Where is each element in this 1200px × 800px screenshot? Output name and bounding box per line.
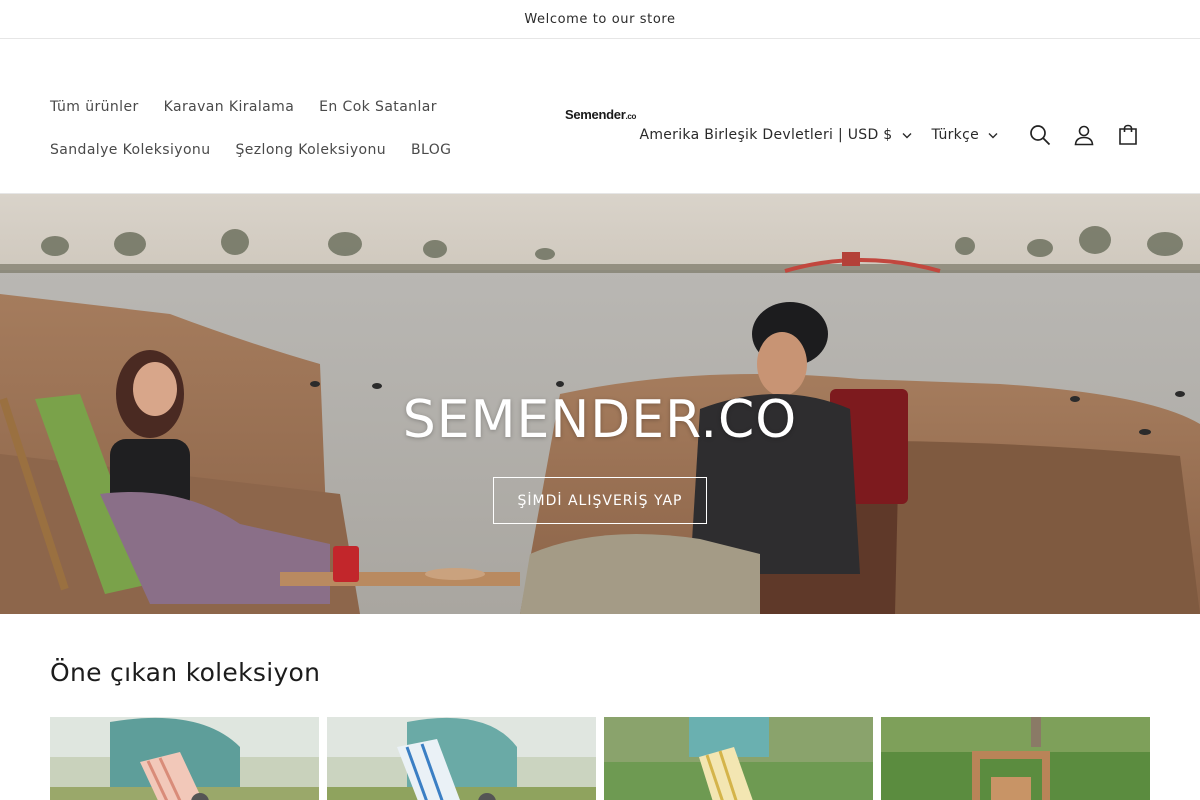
nav-link-caravan-rental[interactable]: Karavan Kiralama: [164, 99, 295, 115]
country-selector[interactable]: Amerika Birleşik Devletleri | USD $: [639, 127, 912, 143]
site-header: Tüm ürünler Karavan Kiralama En Cok Sata…: [0, 39, 1200, 194]
language-selector-label: Türkçe: [931, 127, 979, 143]
product-card[interactable]: [50, 717, 319, 800]
site-logo[interactable]: Semender.co: [565, 107, 636, 122]
nav-link-chair-collection[interactable]: Sandalye Koleksiyonu: [50, 142, 210, 158]
main-nav: Tüm ürünler Karavan Kiralama En Cok Sata…: [50, 85, 451, 171]
nav-link-deckchair-collection[interactable]: Şezlong Koleksiyonu: [235, 142, 386, 158]
account-icon: [1074, 125, 1094, 146]
language-selector[interactable]: Türkçe: [932, 127, 998, 143]
product-grid: [50, 717, 1150, 800]
nav-link-all-products[interactable]: Tüm ürünler: [50, 99, 139, 115]
product-image: [327, 717, 596, 800]
search-button[interactable]: [1018, 113, 1062, 157]
nav-link-best-sellers[interactable]: En Cok Satanlar: [319, 99, 437, 115]
cart-icon: [1119, 124, 1137, 145]
chevron-down-icon: [902, 132, 912, 138]
logo-name: Semender: [565, 107, 626, 122]
product-card[interactable]: [327, 717, 596, 800]
hero-banner: SEMENDER.CO ŞİMDİ ALIŞVERİŞ YAP: [0, 194, 1200, 614]
logo-suffix: .co: [625, 112, 637, 121]
country-selector-label: Amerika Birleşik Devletleri | USD $: [639, 127, 893, 143]
product-image: [881, 717, 1150, 800]
announcement-text: Welcome to our store: [524, 11, 676, 27]
nav-link-blog[interactable]: BLOG: [411, 142, 451, 158]
announcement-bar: Welcome to our store: [0, 0, 1200, 39]
chevron-down-icon: [988, 132, 998, 138]
product-card[interactable]: [881, 717, 1150, 800]
hero-title: SEMENDER.CO: [402, 390, 798, 450]
cart-button[interactable]: [1106, 113, 1150, 157]
featured-collection: Öne çıkan koleksiyon: [0, 658, 1200, 800]
nav-row-2: Sandalye Koleksiyonu Şezlong Koleksiyonu…: [50, 128, 451, 171]
product-image: [604, 717, 873, 800]
header-actions: Amerika Birleşik Devletleri | USD $ Türk…: [639, 115, 1150, 155]
product-image: [50, 717, 319, 800]
product-card[interactable]: [604, 717, 873, 800]
shop-now-button[interactable]: ŞİMDİ ALIŞVERİŞ YAP: [493, 477, 707, 524]
nav-row-1: Tüm ürünler Karavan Kiralama En Cok Sata…: [50, 85, 440, 128]
featured-heading: Öne çıkan koleksiyon: [50, 658, 321, 687]
search-icon: [1030, 125, 1051, 146]
account-button[interactable]: [1062, 113, 1106, 157]
